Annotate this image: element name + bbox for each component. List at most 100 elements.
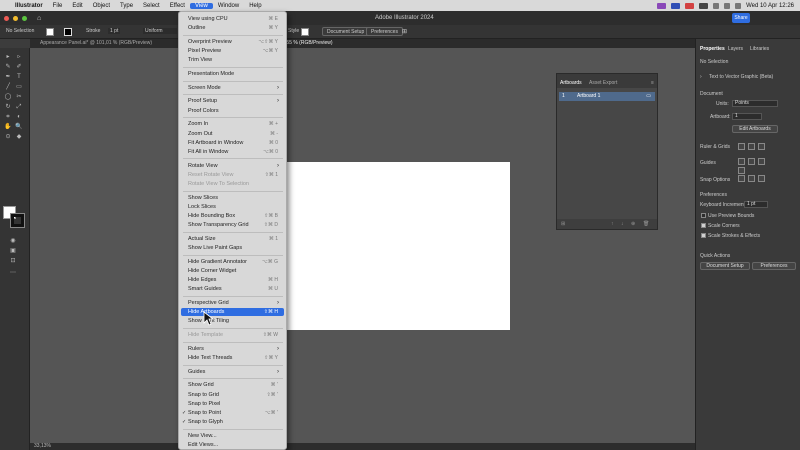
artboard-name[interactable]: Artboard 1 [577, 93, 600, 99]
minimize-window-button[interactable] [13, 15, 18, 21]
units-select[interactable]: Points [732, 100, 778, 107]
menu-item-proof-setup[interactable]: Proof Setup › [181, 97, 284, 105]
menu-item-hide-corner-widget[interactable]: Hide Corner Widget [181, 267, 284, 275]
menu-edit[interactable]: Edit [67, 3, 87, 9]
smart-guides-icon[interactable] [758, 158, 765, 165]
wifi-icon[interactable] [713, 2, 720, 9]
menu-item-show-transparency-grid[interactable]: Show Transparency Grid ⇧⌘ D [181, 221, 284, 229]
show-guides-icon[interactable] [738, 158, 745, 165]
move-down-icon[interactable]: ↓ [621, 221, 624, 227]
scale-strokes-checkbox[interactable] [701, 233, 706, 238]
menu-item-fit-artboard-in-window[interactable]: Fit Artboard in Window ⌘ 0 [181, 139, 284, 147]
snap-to-pixel-icon[interactable] [758, 175, 765, 182]
tab-libraries[interactable]: Libraries [750, 46, 769, 52]
artboard-select[interactable]: 1 [732, 113, 762, 120]
menu-item-hide-text-threads[interactable]: Hide Text Threads ⇧⌘ Y [181, 354, 284, 362]
expand-chevron-icon[interactable]: › [700, 74, 702, 80]
menu-item-show-grid[interactable]: Show Grid ⌘ ' [181, 381, 284, 389]
menu-item-snap-to-pixel[interactable]: Snap to Pixel [181, 400, 284, 408]
artboard-options-icon[interactable]: ▭ [646, 93, 651, 99]
color-mode-icon[interactable]: ◉ [9, 238, 17, 245]
rearrange-icon[interactable]: ⊞ [561, 221, 565, 227]
graphic-style-swatch[interactable] [301, 28, 309, 36]
fill-swatch[interactable] [46, 28, 54, 36]
menu-item-actual-size[interactable]: Actual Size ⌘ 1 [181, 235, 284, 243]
keyboard-increment-field[interactable]: 1 pt [744, 201, 768, 208]
menu-file[interactable]: File [48, 3, 68, 9]
tab-appearance-panel[interactable]: Appearance Panel.ai* @ 101,01 % (RGB/Pre… [40, 40, 152, 46]
scale-corners-checkbox[interactable] [701, 223, 706, 228]
menu-type[interactable]: Type [115, 3, 138, 9]
menu-item-zoom-out[interactable]: Zoom Out ⌘ - [181, 130, 284, 138]
status-app-icon[interactable] [671, 2, 681, 9]
menu-item-outline[interactable]: Outline ⌘ Y [181, 24, 284, 32]
control-center-icon[interactable] [735, 2, 742, 9]
search-icon[interactable] [724, 2, 731, 9]
arrange-documents-icon[interactable]: ⊞ [402, 28, 407, 35]
width-tool-icon[interactable]: ⌗ [4, 114, 12, 121]
tab-active-document[interactable]: .55 % (RGB/Preview) [285, 40, 333, 46]
status-app-icon[interactable] [657, 2, 667, 9]
preferences-button[interactable]: Preferences [752, 262, 796, 270]
menu-item-snap-to-grid[interactable]: Snap to Grid ⇧⌘ ' [181, 391, 284, 399]
menu-item-edit-views[interactable]: Edit Views... [181, 441, 284, 449]
menu-item-lock-slices[interactable]: Lock Slices [181, 203, 284, 211]
curvature-tool-icon[interactable]: ✐ [15, 64, 23, 71]
menu-view[interactable]: View [189, 2, 213, 9]
menu-effect[interactable]: Effect [165, 3, 190, 9]
menu-item-rotate-view[interactable]: Rotate View › [181, 162, 284, 170]
eyedropper-tool-icon[interactable]: ⊙ [4, 134, 12, 141]
variable-width-profile[interactable]: Uniform [143, 28, 177, 34]
pen-tool-icon[interactable]: ✎ [4, 64, 12, 71]
scale-tool-icon[interactable]: ⤢ [15, 104, 23, 111]
menu-item-show-print-tiling[interactable]: Show Print Tiling [181, 317, 284, 325]
close-window-button[interactable] [4, 15, 9, 21]
menu-window[interactable]: Window [213, 3, 244, 9]
rectangle-tool-icon[interactable]: ▭ [15, 84, 23, 91]
menu-item-screen-mode[interactable]: Screen Mode › [181, 84, 284, 92]
snap-to-point-icon[interactable] [738, 175, 745, 182]
stroke-weight-field[interactable]: 1 pt [108, 28, 121, 34]
menu-item-presentation-mode[interactable]: Presentation Mode [181, 70, 284, 78]
document-setup-button[interactable]: Document Setup [700, 262, 750, 270]
menu-item-show-live-paint-gaps[interactable]: Show Live Paint Gaps [181, 244, 284, 252]
shape-builder-tool-icon[interactable]: ◐ [15, 114, 23, 121]
status-app-icon[interactable] [685, 2, 695, 9]
menu-item-smart-guides[interactable]: Smart Guides ⌘ U [181, 285, 284, 293]
rotate-tool-icon[interactable]: ↻ [4, 104, 12, 111]
text-to-vector-item[interactable]: Text to Vector Graphic (Beta) [709, 74, 773, 80]
menu-item-overprint-preview[interactable]: Overprint Preview ⌥⇧⌘ Y [181, 38, 284, 46]
line-tool-icon[interactable]: ╱ [4, 84, 12, 91]
app-menu[interactable]: Illustrator [10, 3, 48, 9]
menu-object[interactable]: Object [88, 3, 115, 9]
screen-mode-icon[interactable]: ⊡ [9, 258, 17, 265]
menu-item-zoom-in[interactable]: Zoom In ⌘ + [181, 120, 284, 128]
menu-item-pixel-preview[interactable]: Pixel Preview ⌥⌘ Y [181, 47, 284, 55]
menu-item-hide-bounding-box[interactable]: Hide Bounding Box ⇧⌘ B [181, 212, 284, 220]
menu-item-trim-view[interactable]: Trim View [181, 56, 284, 64]
tab-asset-export[interactable]: Asset Export [589, 80, 617, 86]
stroke-swatch[interactable] [64, 28, 72, 36]
grid-icon[interactable] [748, 143, 755, 150]
hand-tool-icon[interactable]: ✋ [4, 124, 12, 131]
edit-artboards-button[interactable]: Edit Artboards [732, 125, 778, 133]
selection-tool-icon[interactable]: ▸ [4, 54, 12, 61]
home-icon[interactable]: ⌂ [37, 15, 41, 22]
menu-item-snap-to-glyph[interactable]: ✓ Snap to Glyph [181, 418, 284, 426]
menu-item-hide-artboards[interactable]: Hide Artboards ⇧⌘ H [181, 308, 284, 317]
menu-item-hide-edges[interactable]: Hide Edges ⌘ H [181, 276, 284, 284]
artboard[interactable] [287, 162, 510, 330]
clear-guides-icon[interactable] [738, 167, 745, 174]
brush-tool-icon[interactable]: ✒ [4, 74, 12, 81]
edit-toolbar-icon[interactable]: ⋯ [9, 270, 17, 277]
type-tool-icon[interactable]: T [15, 74, 23, 81]
preferences-button[interactable]: Preferences [366, 27, 403, 36]
snap-to-grid-icon[interactable] [748, 175, 755, 182]
menu-item-hide-gradient-annotator[interactable]: Hide Gradient Annotator ⌥⌘ G [181, 258, 284, 266]
menu-item-guides[interactable]: Guides › [181, 368, 284, 376]
lock-guides-icon[interactable] [748, 158, 755, 165]
move-up-icon[interactable]: ↑ [611, 221, 614, 227]
direct-selection-tool-icon[interactable]: ▹ [15, 54, 23, 61]
tab-layers[interactable]: Layers [728, 46, 743, 52]
menu-select[interactable]: Select [138, 3, 165, 9]
